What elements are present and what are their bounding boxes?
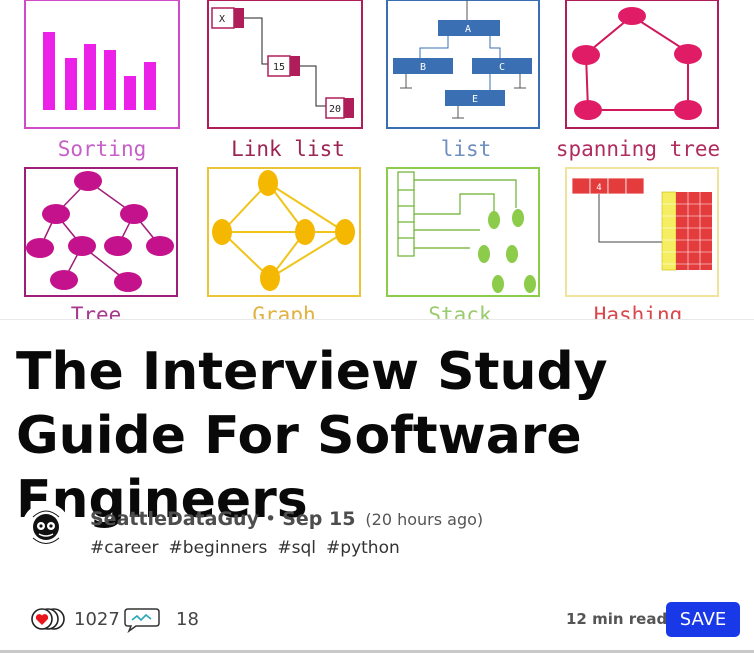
list-caption: list — [441, 137, 492, 161]
tag-sql[interactable]: #sql — [277, 538, 316, 558]
seattle-data-guy-logo — [22, 503, 70, 551]
engagement-bar: 1027 18 12 min read SAVE — [0, 600, 754, 640]
svg-text:E: E — [472, 94, 478, 105]
cover-image[interactable]: Sorting X 15 20 Link list A B C E list s… — [0, 0, 754, 320]
list-panel: A B C E list — [386, 0, 540, 161]
svg-text:4: 4 — [596, 183, 601, 193]
author-name[interactable]: SeattleDataGuy — [90, 508, 259, 530]
tag-list: #career #beginners #sql #python — [90, 538, 400, 558]
publish-date[interactable]: Sep 15 — [282, 508, 355, 530]
reactions-icon — [28, 605, 68, 633]
hashing-caption: Hashing — [594, 303, 683, 320]
reactions-count: 1027 — [74, 608, 120, 630]
svg-text:A: A — [465, 24, 471, 35]
data-structures-illustration: Sorting X 15 20 Link list A B C E list s… — [24, 0, 720, 320]
author-avatar[interactable] — [22, 503, 70, 551]
stack-caption: Stack — [428, 303, 492, 320]
comments-button[interactable]: 18 — [122, 605, 199, 634]
reactions-button[interactable]: 1027 — [28, 605, 120, 633]
spanning-tree-panel: spanning tree — [556, 0, 720, 161]
article-title[interactable]: The Interview Study Guide For Software E… — [16, 340, 746, 532]
svg-text:15: 15 — [273, 62, 285, 73]
graph-panel: Graph — [207, 167, 361, 320]
tag-python[interactable]: #python — [326, 538, 400, 558]
stack-panel: Stack — [386, 167, 540, 320]
svg-text:B: B — [420, 62, 426, 73]
article-meta: SeattleDataGuy • Sep 15 (20 hours ago) — [90, 506, 483, 532]
tree-panel: Tree — [24, 167, 178, 320]
tree-caption: Tree — [71, 303, 122, 320]
spanning-tree-caption: spanning tree — [556, 137, 720, 161]
save-button[interactable]: SAVE — [666, 602, 740, 637]
hashing-panel: 4 Hashing — [565, 167, 719, 320]
comments-count: 18 — [176, 608, 199, 630]
svg-text:C: C — [499, 62, 505, 73]
relative-time: (20 hours ago) — [365, 509, 484, 529]
tag-beginners[interactable]: #beginners — [169, 538, 268, 558]
graph-caption: Graph — [252, 303, 315, 320]
meta-separator: • — [264, 508, 277, 530]
svg-text:X: X — [219, 14, 225, 25]
svg-text:20: 20 — [329, 104, 341, 115]
read-time: 12 min read — [566, 610, 668, 628]
comment-icon — [122, 605, 162, 634]
sorting-panel: Sorting — [24, 0, 180, 161]
linklist-panel: X 15 20 Link list — [207, 0, 363, 161]
linklist-caption: Link list — [231, 137, 345, 161]
sorting-caption: Sorting — [58, 137, 147, 161]
tag-career[interactable]: #career — [90, 538, 159, 558]
